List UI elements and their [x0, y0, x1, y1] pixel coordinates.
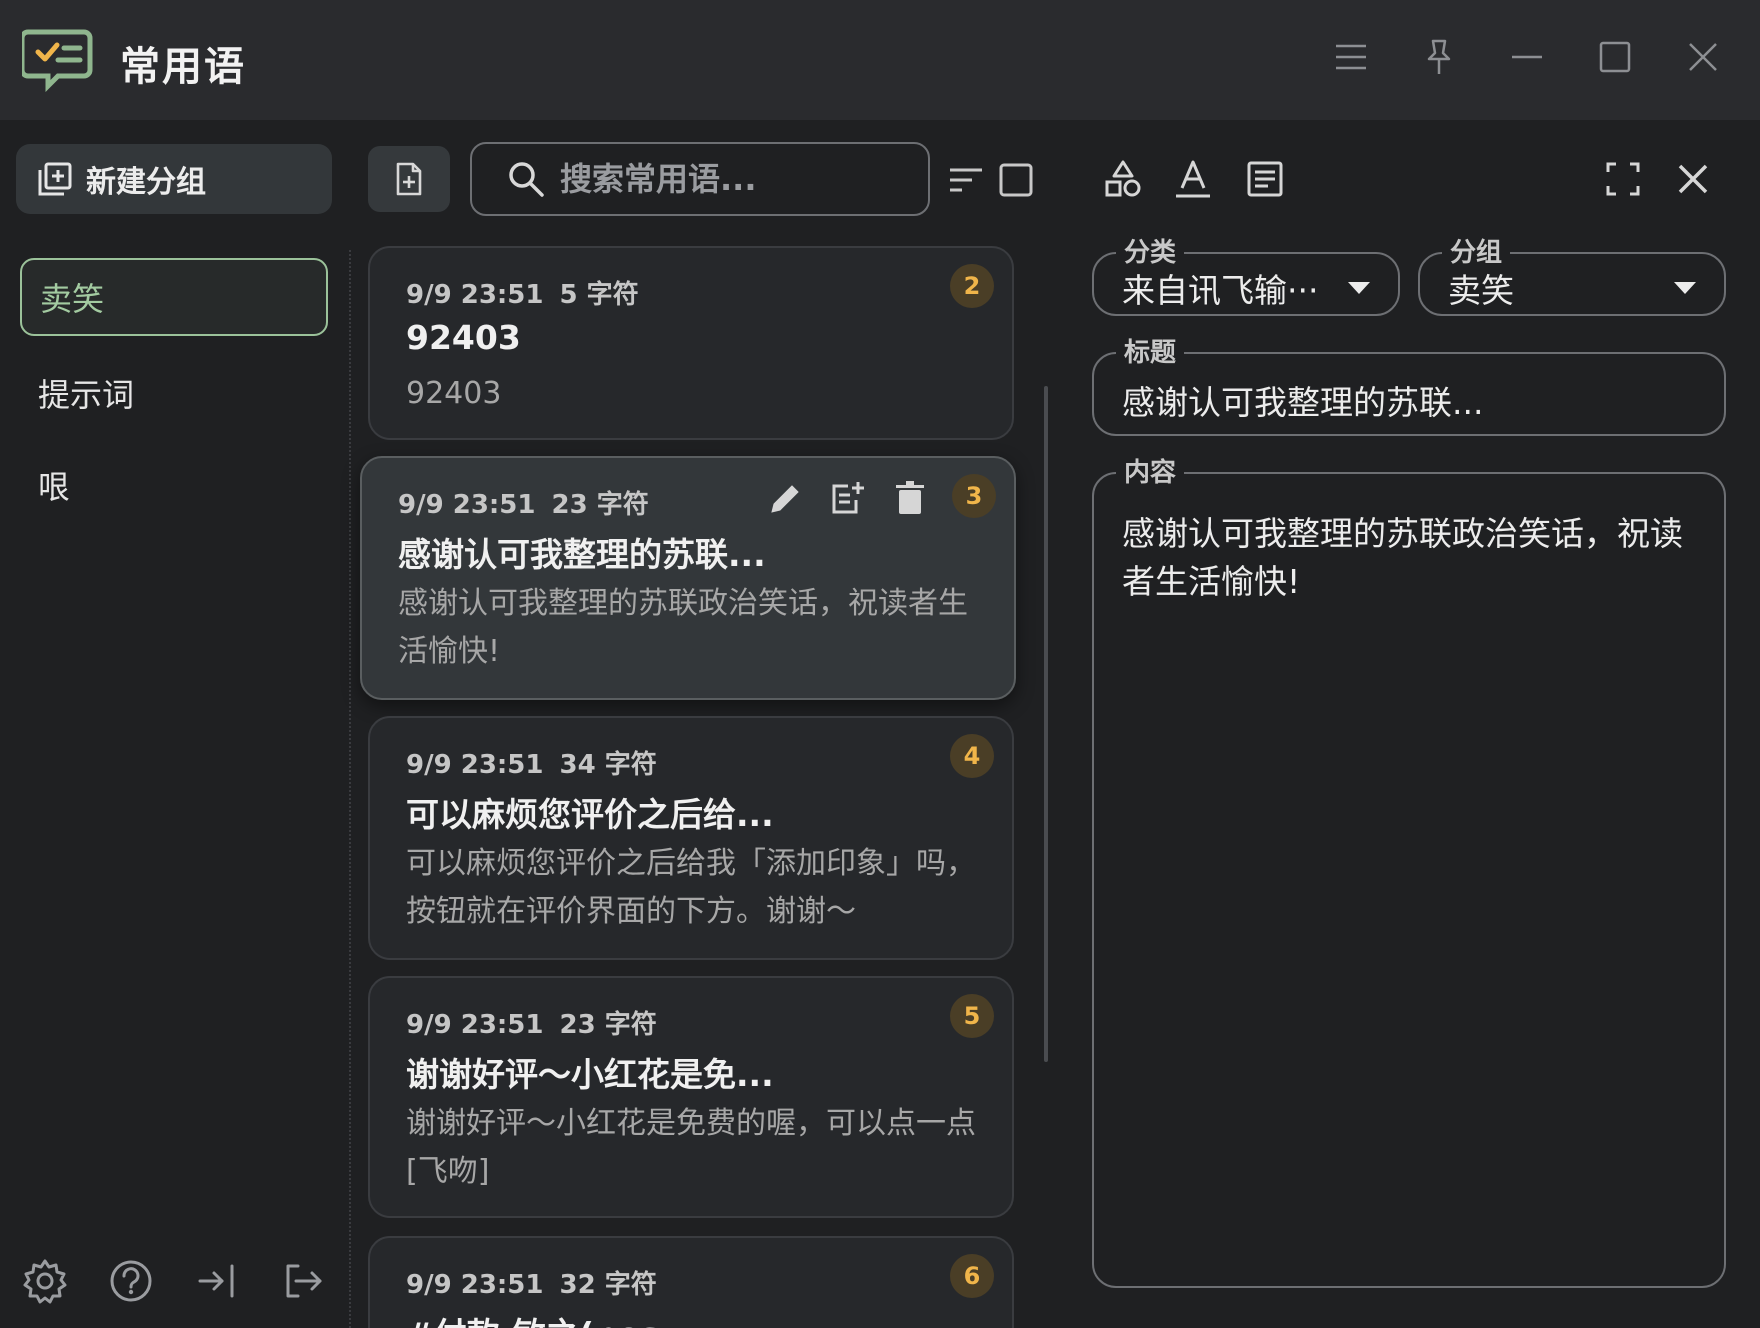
- card-title: 谢谢好评～小红花是免...: [406, 1055, 774, 1094]
- content-label: 内容: [1116, 452, 1185, 489]
- phrase-card[interactable]: 9/9 23:51 5 字符 2 92403 92403: [368, 246, 1014, 440]
- fullscreen-icon[interactable]: [1602, 158, 1644, 200]
- group-value: 卖笑: [1448, 271, 1514, 310]
- group-item-label: 哏: [38, 468, 71, 506]
- phrase-card[interactable]: 9/9 23:51 23 字符 5 谢谢好评～小红花是免... 谢谢好评～小红花是…: [368, 976, 1014, 1218]
- group-item-label: 提示词: [38, 376, 135, 414]
- phrase-card-selected[interactable]: 9/9 23:51 23 字符 3 感谢认可我整理的苏联... 感谢认可我整理的苏…: [360, 456, 1016, 700]
- add-file-icon: [396, 162, 422, 196]
- card-title: 可以麻烦您评价之后给...: [406, 795, 774, 834]
- card-date: 9/9 23:51: [406, 1270, 544, 1300]
- article-icon[interactable]: [1244, 158, 1286, 200]
- card-title: 92403: [406, 318, 521, 357]
- title-bar: 常用语: [0, 0, 1760, 120]
- card-title: 感谢认可我整理的苏联...: [398, 535, 766, 574]
- card-body: 92403: [406, 376, 502, 411]
- card-date: 9/9 23:51: [406, 280, 544, 310]
- chevron-down-icon: [1674, 282, 1696, 294]
- copy-add-icon[interactable]: [828, 478, 868, 518]
- card-char-count: 23 字符: [559, 1010, 657, 1040]
- card-char-count: 34 字符: [559, 750, 657, 780]
- chevron-down-icon: [1348, 282, 1370, 294]
- category-select[interactable]: 分类 来自讯飞输···: [1092, 232, 1400, 316]
- card-char-count: 32 字符: [559, 1270, 657, 1300]
- logout-icon[interactable]: [280, 1258, 326, 1304]
- close-window-icon[interactable]: [1684, 38, 1722, 76]
- card-body: 谢谢好评～小红花是免费的喔，可以点一点[飞吻]: [406, 1106, 976, 1189]
- category-value: 来自讯飞输···: [1122, 271, 1319, 310]
- card-date: 9/9 23:51: [398, 490, 536, 520]
- card-index-badge: 6: [950, 1254, 994, 1298]
- new-item-button[interactable]: [368, 146, 450, 212]
- menu-icon[interactable]: [1332, 38, 1370, 76]
- search-box[interactable]: [470, 142, 930, 216]
- group-item-maixiao[interactable]: 卖笑: [20, 258, 328, 336]
- maximize-icon[interactable]: [1596, 38, 1634, 76]
- content-textarea[interactable]: 感谢认可我整理的苏联政治笑话，祝读者生活愉快!: [1122, 510, 1688, 606]
- add-box-icon: [38, 162, 72, 196]
- group-item-tishici[interactable]: 提示词: [20, 354, 328, 432]
- search-icon: [509, 162, 544, 197]
- search-input[interactable]: [560, 160, 900, 198]
- group-item-label: 卖笑: [40, 280, 105, 318]
- delete-trash-icon[interactable]: [890, 478, 930, 518]
- title-value[interactable]: 感谢认可我整理的苏联...: [1122, 376, 1483, 424]
- login-icon[interactable]: [194, 1258, 240, 1304]
- card-index-badge: 2: [950, 264, 994, 308]
- card-body: 感谢认可我整理的苏联政治笑话，祝读者生活愉快!: [398, 586, 968, 669]
- list-scrollbar[interactable]: [1044, 386, 1048, 1062]
- help-icon[interactable]: [108, 1258, 154, 1304]
- card-index-badge: 5: [950, 994, 994, 1038]
- card-index-badge: 3: [952, 474, 996, 518]
- card-date: 9/9 23:51: [406, 750, 544, 780]
- title-label: 标题: [1116, 332, 1185, 369]
- card-char-count: 5 字符: [559, 280, 639, 310]
- pin-icon[interactable]: [1420, 38, 1458, 76]
- settings-gear-icon[interactable]: [22, 1258, 68, 1304]
- sidebar-divider: [349, 250, 351, 1328]
- group-select[interactable]: 分组 卖笑: [1418, 232, 1726, 316]
- group-item-gen[interactable]: 哏: [20, 446, 328, 524]
- card-body: 可以麻烦您评价之后给我「添加印象」吗，按钮就在评价界面的下方。谢谢～: [406, 846, 976, 929]
- minimize-icon[interactable]: [1508, 38, 1546, 76]
- phrase-card[interactable]: 9/9 23:51 34 字符 4 可以麻烦您评价之后给... 可以麻烦您评价之后…: [368, 716, 1014, 960]
- card-date: 9/9 23:51: [406, 1010, 544, 1040]
- shapes-icon[interactable]: [1102, 158, 1144, 200]
- sort-icon[interactable]: [946, 160, 986, 200]
- phrase-card[interactable]: 9/9 23:51 32 字符 6 #付款:敏之(pos...: [368, 1236, 1014, 1328]
- card-actions: [766, 478, 930, 518]
- new-group-button[interactable]: 新建分组: [16, 144, 332, 214]
- content-field[interactable]: 内容 感谢认可我整理的苏联政治笑话，祝读者生活愉快!: [1092, 452, 1726, 1288]
- app-title: 常用语: [120, 44, 246, 90]
- title-field[interactable]: 标题 感谢认可我整理的苏联...: [1092, 332, 1726, 436]
- close-panel-icon[interactable]: [1672, 158, 1714, 200]
- app-logo-icon: [19, 26, 96, 93]
- card-title: #付款:敏之(pos...: [406, 1308, 697, 1328]
- new-group-label: 新建分组: [86, 165, 206, 200]
- edit-pencil-icon[interactable]: [766, 478, 806, 518]
- text-format-icon[interactable]: [1172, 158, 1214, 200]
- card-char-count: 23 字符: [551, 490, 649, 520]
- card-index-badge: 4: [950, 734, 994, 778]
- select-checkbox-icon[interactable]: [996, 160, 1036, 200]
